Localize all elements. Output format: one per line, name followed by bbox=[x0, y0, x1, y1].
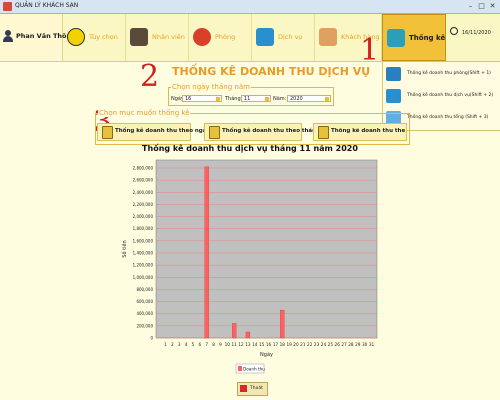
x-tick-label: 10 bbox=[225, 342, 231, 347]
x-tick-label: 26 bbox=[335, 342, 341, 347]
legend-swatch bbox=[238, 366, 242, 371]
x-tick-label: 30 bbox=[362, 342, 368, 347]
plot-area bbox=[155, 159, 378, 339]
x-tick-label: 22 bbox=[307, 342, 313, 347]
y-tick-label: 800,000 bbox=[136, 287, 153, 292]
x-tick-label: 14 bbox=[252, 342, 258, 347]
x-tick-label: 17 bbox=[273, 342, 279, 347]
y-tick-label: 600,000 bbox=[136, 299, 153, 304]
x-tick-label: 16 bbox=[266, 342, 272, 347]
x-tick-label: 1 bbox=[164, 342, 167, 347]
y-tick-label: 1,600,000 bbox=[133, 238, 154, 243]
x-tick-label: 5 bbox=[192, 342, 195, 347]
x-axis-label: Ngày bbox=[260, 351, 273, 358]
revenue-chart: 0 200,000 400,000 600,000 800,000 1,000,000 1,… bbox=[120, 159, 378, 374]
x-tick-label: 3 bbox=[178, 342, 181, 347]
x-tick-label: 4 bbox=[185, 342, 188, 347]
x-tick-label: 9 bbox=[219, 342, 222, 347]
y-tick-label: 2,000,000 bbox=[133, 214, 154, 219]
y-tick-label: 2,800,000 bbox=[133, 166, 154, 171]
x-tick-label: 27 bbox=[341, 342, 347, 347]
y-tick-label: 200,000 bbox=[136, 323, 153, 328]
y-tick-label: 1,800,000 bbox=[133, 226, 154, 231]
y-tick-label: 2,600,000 bbox=[133, 178, 154, 183]
x-tick-label: 11 bbox=[231, 342, 237, 347]
x-tick-label: 12 bbox=[238, 342, 244, 347]
x-tick-label: 31 bbox=[369, 342, 375, 347]
x-tick-label: 23 bbox=[314, 342, 320, 347]
x-tick-label: 25 bbox=[328, 342, 334, 347]
x-tick-label: 19 bbox=[286, 342, 292, 347]
y-tick-label: 2,200,000 bbox=[133, 202, 154, 207]
x-tick-label: 18 bbox=[280, 342, 286, 347]
chart-bar bbox=[204, 166, 209, 339]
x-tick-label: 24 bbox=[321, 342, 327, 347]
y-tick-label: 400,000 bbox=[136, 311, 153, 316]
y-tick-label: 0 bbox=[150, 336, 153, 341]
y-tick-label: 1,200,000 bbox=[133, 263, 154, 268]
chart-bar bbox=[231, 323, 237, 339]
x-tick-label: 8 bbox=[212, 342, 215, 347]
chart-bar bbox=[245, 331, 251, 339]
legend-label: Doanh thu bbox=[243, 367, 265, 372]
exit-icon bbox=[240, 385, 247, 392]
x-tick-label: 7 bbox=[205, 342, 208, 347]
x-tick-label: 6 bbox=[198, 342, 201, 347]
x-tick-label: 20 bbox=[293, 342, 299, 347]
y-axis-label: Số tiền bbox=[120, 240, 128, 257]
exit-button[interactable]: Thoát bbox=[237, 382, 268, 396]
chart-bar bbox=[280, 309, 285, 339]
x-tick-label: 28 bbox=[348, 342, 354, 347]
x-tick-label: 2 bbox=[171, 342, 174, 347]
x-tick-label: 29 bbox=[355, 342, 361, 347]
y-tick-label: 2,400,000 bbox=[133, 190, 154, 195]
x-tick-label: 15 bbox=[259, 342, 265, 347]
y-tick-label: 1,400,000 bbox=[133, 251, 154, 256]
x-tick-label: 21 bbox=[300, 342, 306, 347]
y-tick-label: 1,000,000 bbox=[133, 275, 154, 280]
x-tick-label: 13 bbox=[245, 342, 251, 347]
